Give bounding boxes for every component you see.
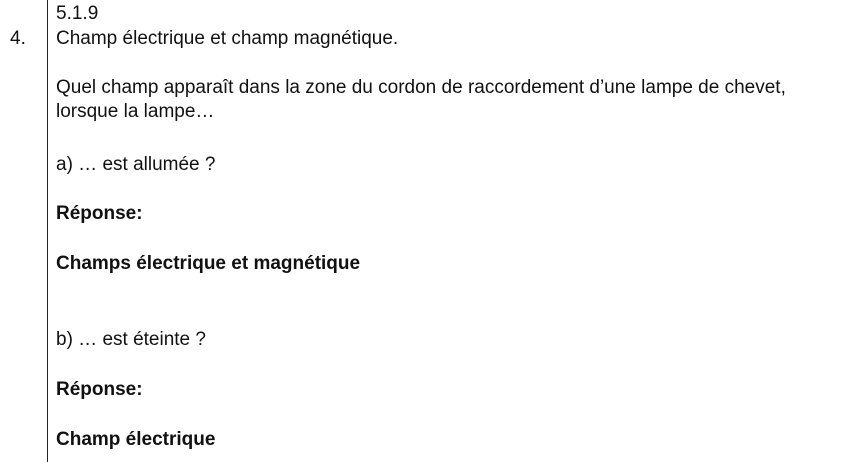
exercise-page: 4. 5.1.9 Champ électrique et champ magné… <box>0 0 846 462</box>
column-divider <box>47 0 48 462</box>
question-number: 4. <box>10 28 26 49</box>
section-reference: 5.1.9 <box>56 3 99 24</box>
part-b-label: b) … est éteinte ? <box>56 329 206 350</box>
question-title: Champ électrique et champ magnétique. <box>56 28 399 49</box>
part-a-answer: Champs électrique et magnétique <box>56 253 361 274</box>
question-prompt: Quel champ apparaît dans la zone du cord… <box>56 77 786 122</box>
part-a-label: a) … est allumée ? <box>56 154 216 175</box>
part-b-answer: Champ électrique <box>56 429 216 450</box>
part-b-answer-label: Réponse: <box>56 379 143 400</box>
part-a-answer-label: Réponse: <box>56 203 143 224</box>
